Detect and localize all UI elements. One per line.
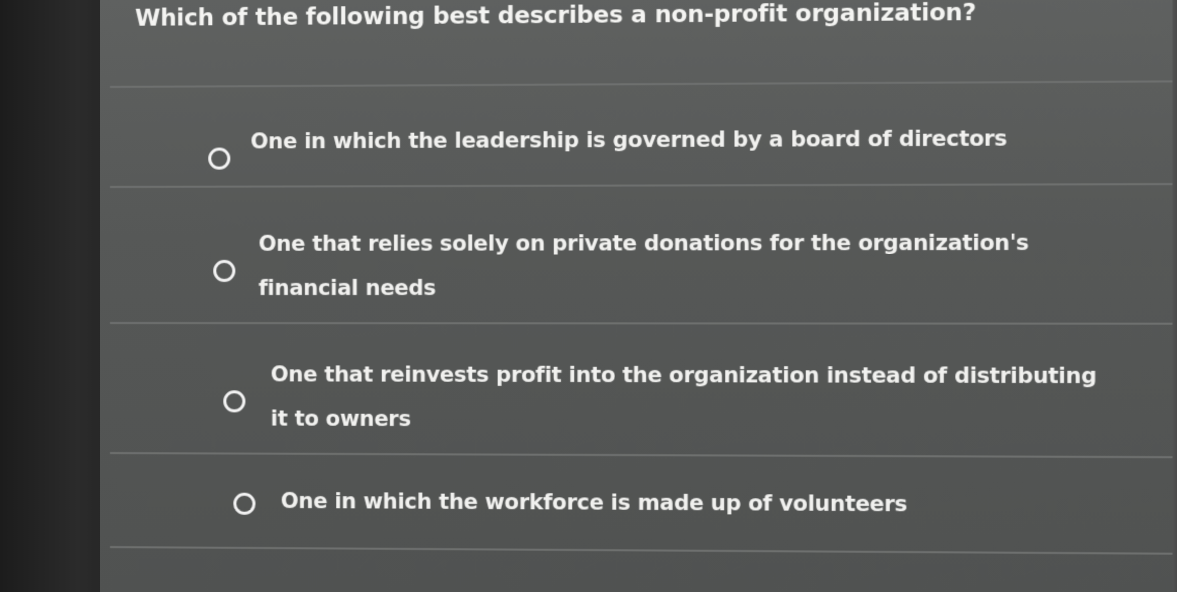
radio-button-icon[interactable] — [213, 259, 236, 282]
answer-option-label: One in which the leadership is governed … — [250, 126, 1008, 154]
question-text: Which of the following best describes a … — [135, 0, 977, 32]
radio-button-icon[interactable] — [208, 147, 231, 170]
answer-option-3[interactable]: One that reinvests profit into the organ… — [109, 322, 1173, 459]
answer-option-label: One in which the workforce is made up of… — [280, 488, 908, 517]
answer-option-label: One that relies solely on private donati… — [258, 230, 1029, 301]
answer-option-label: One that reinvests profit into the organ… — [270, 362, 1097, 432]
radio-button-icon[interactable] — [233, 492, 256, 515]
answer-option-1[interactable]: One in which the leadership is governed … — [109, 80, 1173, 188]
radio-button-icon[interactable] — [223, 390, 246, 413]
answer-option-4[interactable]: One in which the workforce is made up of… — [109, 452, 1173, 555]
answer-option-2[interactable]: One that relies solely on private donati… — [109, 183, 1173, 325]
quiz-screen: Which of the following best describes a … — [100, 0, 1173, 592]
